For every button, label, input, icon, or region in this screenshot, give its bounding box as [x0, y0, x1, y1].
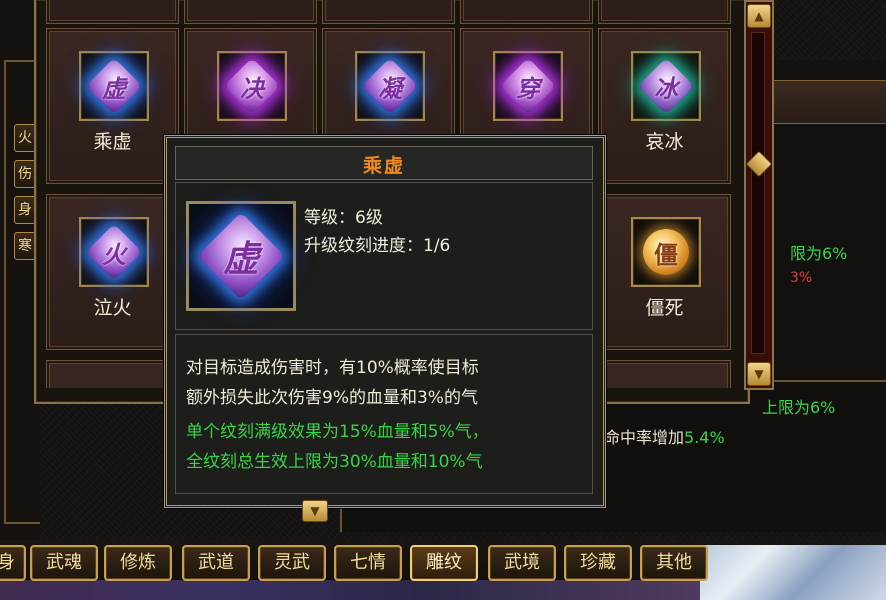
rune-gem-icon: 决 [223, 57, 281, 115]
tooltip-description: 对目标造成伤害时，有10%概率使目标 额外损失此次伤害9%的血量和3%的气 单个… [175, 334, 593, 494]
rune-tooltip: 乘虚 虚 等级：6级 升级纹刻进度：1/6 对目标造成伤害时，有10%概率使目标… [164, 135, 606, 508]
rune-frame: 冰 [631, 51, 701, 121]
effect-text-2: 3% [790, 270, 813, 286]
rune-name: 泣火 [93, 297, 132, 319]
tab-wujing[interactable]: 武境 [488, 545, 556, 581]
rune-name: 乘虚 [93, 131, 132, 153]
rune-cell-chengxu[interactable]: 虚 乘虚 [46, 28, 179, 184]
rune-glyph: 凝 [378, 73, 402, 103]
tab-diaowen[interactable]: 雕纹 [410, 545, 478, 581]
hit-rate-text: 命中率增加5.4% [604, 424, 725, 448]
scene-background [700, 545, 886, 600]
chevron-down-icon[interactable]: ▼ [302, 500, 328, 522]
scroll-track[interactable] [751, 32, 765, 354]
rune-gem-icon: 僵 [643, 229, 689, 275]
rune-glyph: 决 [240, 73, 264, 103]
tooltip-level: 等级：6级 [304, 208, 383, 228]
tab-shen[interactable]: 身 [0, 545, 26, 581]
scroll-thumb[interactable] [745, 150, 773, 178]
rune-gem-icon: 虚 [85, 57, 143, 115]
rune-frame: 火 [79, 217, 149, 287]
rune-frame: 僵 [631, 217, 701, 287]
rune-frame: 决 [217, 51, 287, 121]
rune-gem-icon: 火 [85, 223, 143, 281]
rune-scrollbar[interactable]: ▲ ▼ [744, 0, 774, 390]
side-tab-1[interactable]: 火 [14, 124, 36, 152]
tab-wudao[interactable]: 武道 [182, 545, 250, 581]
tooltip-desc-line: 全纹刻总生效上限为30%血量和10%气 [186, 452, 483, 472]
tab-wuhun[interactable]: 武魂 [30, 545, 98, 581]
tooltip-progress: 升级纹刻进度：1/6 [304, 236, 451, 256]
rune-glyph: 僵 [654, 239, 678, 269]
rune-cell-top[interactable] [598, 0, 731, 24]
tab-qiqing[interactable]: 七情 [334, 545, 402, 581]
rune-glyph: 穿 [516, 73, 540, 103]
rune-gem-icon: 凝 [361, 57, 419, 115]
rune-glyph: 火 [102, 239, 126, 269]
rune-cell-jiangsi[interactable]: 僵 僵死 [598, 194, 731, 350]
effect-text-1: 限为6% [790, 244, 848, 263]
tooltip-icon-frame: 虚 [186, 201, 296, 311]
tooltip-title-bar: 乘虚 [175, 146, 593, 180]
hit-rate-value: 5.4% [684, 428, 725, 447]
scroll-up-icon[interactable]: ▲ [747, 4, 771, 28]
rune-frame: 凝 [355, 51, 425, 121]
scene-strip [0, 580, 700, 600]
rune-cell-top[interactable] [322, 0, 455, 24]
rune-cell-top[interactable] [460, 0, 593, 24]
rune-gem-icon: 冰 [637, 57, 695, 115]
rune-glyph: 冰 [654, 73, 678, 103]
rune-cell[interactable] [598, 360, 731, 388]
rune-cell-qihuo[interactable]: 火 泣火 [46, 194, 179, 350]
rune-glyph: 虚 [102, 73, 126, 103]
tab-xiulian[interactable]: 修炼 [104, 545, 172, 581]
tooltip-desc-line: 单个纹刻满级效果为15%血量和5%气， [186, 422, 489, 442]
tab-lingwu[interactable]: 灵武 [258, 545, 326, 581]
side-tab-2[interactable]: 伤 [14, 160, 36, 188]
side-tab-4[interactable]: 寒 [14, 232, 36, 260]
tab-qita[interactable]: 其他 [640, 545, 708, 581]
rune-cell-aibing[interactable]: 冰 哀冰 [598, 28, 731, 184]
rune-frame: 虚 [79, 51, 149, 121]
rune-cell-top[interactable] [184, 0, 317, 24]
rune-name: 僵死 [645, 297, 684, 319]
tooltip-rune-glyph: 虚 [222, 238, 259, 280]
side-tab-3[interactable]: 身 [14, 196, 36, 224]
tab-zhencang[interactable]: 珍藏 [564, 545, 632, 581]
tooltip-header: 虚 等级：6级 升级纹刻进度：1/6 [175, 182, 593, 330]
rune-gem-icon: 穿 [499, 57, 557, 115]
effect-text-3: 上限为6% [762, 398, 836, 417]
rune-frame: 穿 [493, 51, 563, 121]
rune-name: 哀冰 [645, 131, 684, 153]
rune-cell[interactable] [46, 360, 179, 388]
tooltip-desc-line: 对目标造成伤害时，有10%概率使目标 [186, 358, 479, 378]
tooltip-rune-icon: 虚 [197, 212, 285, 300]
scroll-down-icon[interactable]: ▼ [747, 362, 771, 386]
tooltip-title: 乘虚 [362, 155, 405, 177]
rune-cell-top[interactable] [46, 0, 179, 24]
hit-rate-label: 命中率增加 [604, 428, 685, 447]
tooltip-desc-line: 额外损失此次伤害9%的血量和3%的气 [186, 388, 478, 408]
